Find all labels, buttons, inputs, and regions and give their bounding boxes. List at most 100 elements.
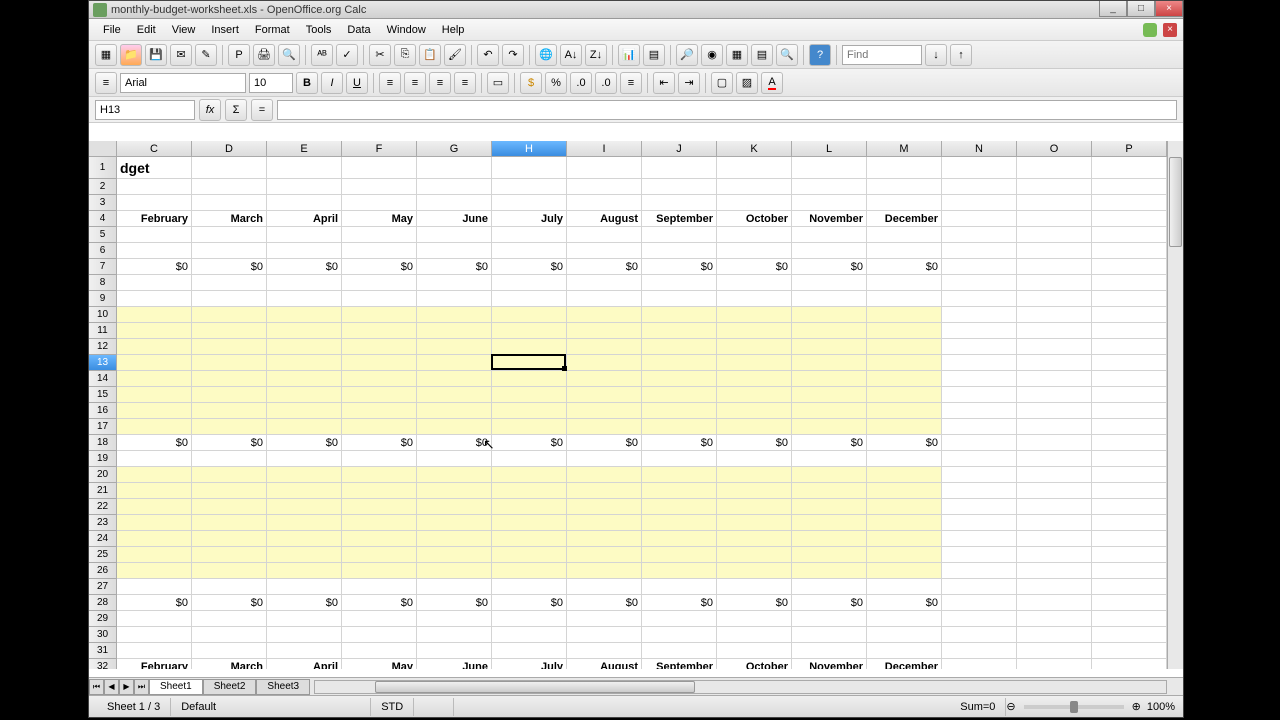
- cell-M21[interactable]: [867, 483, 942, 499]
- zoom-button[interactable]: 🔍: [776, 44, 798, 66]
- cut-button[interactable]: ✂: [369, 44, 391, 66]
- cell-O27[interactable]: [1017, 579, 1092, 595]
- cell-D6[interactable]: [192, 243, 267, 259]
- cell-J6[interactable]: [642, 243, 717, 259]
- menu-help[interactable]: Help: [434, 22, 473, 38]
- print-button[interactable]: 🖨: [253, 44, 275, 66]
- cell-L31[interactable]: [792, 643, 867, 659]
- cell-E22[interactable]: [267, 499, 342, 515]
- cell-P18[interactable]: [1092, 435, 1167, 451]
- tab-last-button[interactable]: ⏭: [134, 679, 149, 695]
- cell-F13[interactable]: [342, 355, 417, 371]
- cell-I10[interactable]: [567, 307, 642, 323]
- cell-M4[interactable]: December: [867, 211, 942, 227]
- cell-D13[interactable]: [192, 355, 267, 371]
- font-color-button[interactable]: A: [761, 72, 783, 94]
- cell-G27[interactable]: [417, 579, 492, 595]
- cell-G6[interactable]: [417, 243, 492, 259]
- cell-C17[interactable]: [117, 419, 192, 435]
- cell-D23[interactable]: [192, 515, 267, 531]
- cell-O25[interactable]: [1017, 547, 1092, 563]
- cell-O10[interactable]: [1017, 307, 1092, 323]
- cell-G16[interactable]: [417, 403, 492, 419]
- cell-N29[interactable]: [942, 611, 1017, 627]
- zoom-slider[interactable]: [1024, 705, 1124, 709]
- cell-E3[interactable]: [267, 195, 342, 211]
- cell-O18[interactable]: [1017, 435, 1092, 451]
- cell-F17[interactable]: [342, 419, 417, 435]
- cell-N6[interactable]: [942, 243, 1017, 259]
- cell-H22[interactable]: [492, 499, 567, 515]
- tab-first-button[interactable]: ⏮: [89, 679, 104, 695]
- maximize-button[interactable]: □: [1127, 1, 1155, 17]
- cell-G18[interactable]: $0: [417, 435, 492, 451]
- cell-D16[interactable]: [192, 403, 267, 419]
- cell-O21[interactable]: [1017, 483, 1092, 499]
- cell-I28[interactable]: $0: [567, 595, 642, 611]
- cell-L21[interactable]: [792, 483, 867, 499]
- cell-L14[interactable]: [792, 371, 867, 387]
- cell-G8[interactable]: [417, 275, 492, 291]
- cell-C25[interactable]: [117, 547, 192, 563]
- cell-N5[interactable]: [942, 227, 1017, 243]
- cell-M24[interactable]: [867, 531, 942, 547]
- cell-L19[interactable]: [792, 451, 867, 467]
- horizontal-scrollbar[interactable]: [314, 680, 1167, 694]
- cell-P27[interactable]: [1092, 579, 1167, 595]
- cell-C11[interactable]: [117, 323, 192, 339]
- column-header-I[interactable]: I: [567, 141, 642, 156]
- cell-reference-input[interactable]: [95, 100, 195, 120]
- cell-H19[interactable]: [492, 451, 567, 467]
- cell-J26[interactable]: [642, 563, 717, 579]
- column-header-F[interactable]: F: [342, 141, 417, 156]
- cell-G31[interactable]: [417, 643, 492, 659]
- cell-F22[interactable]: [342, 499, 417, 515]
- cell-L15[interactable]: [792, 387, 867, 403]
- cell-F20[interactable]: [342, 467, 417, 483]
- cell-O24[interactable]: [1017, 531, 1092, 547]
- cell-I20[interactable]: [567, 467, 642, 483]
- cell-O29[interactable]: [1017, 611, 1092, 627]
- cell-N7[interactable]: [942, 259, 1017, 275]
- cell-H18[interactable]: $0: [492, 435, 567, 451]
- cell-D7[interactable]: $0: [192, 259, 267, 275]
- cell-L11[interactable]: [792, 323, 867, 339]
- row-header-27[interactable]: 27: [89, 579, 117, 595]
- cell-D3[interactable]: [192, 195, 267, 211]
- cell-P11[interactable]: [1092, 323, 1167, 339]
- cell-J28[interactable]: $0: [642, 595, 717, 611]
- cell-L28[interactable]: $0: [792, 595, 867, 611]
- cell-D15[interactable]: [192, 387, 267, 403]
- cell-E30[interactable]: [267, 627, 342, 643]
- cell-H4[interactable]: July: [492, 211, 567, 227]
- cell-K9[interactable]: [717, 291, 792, 307]
- cell-H9[interactable]: [492, 291, 567, 307]
- close-button[interactable]: ×: [1155, 1, 1183, 17]
- menu-tools[interactable]: Tools: [298, 22, 340, 38]
- cell-I29[interactable]: [567, 611, 642, 627]
- justify-button[interactable]: ≡: [454, 72, 476, 94]
- column-header-O[interactable]: O: [1017, 141, 1092, 156]
- cell-L4[interactable]: November: [792, 211, 867, 227]
- row-header-9[interactable]: 9: [89, 291, 117, 307]
- cell-I8[interactable]: [567, 275, 642, 291]
- cell-H10[interactable]: [492, 307, 567, 323]
- cell-P20[interactable]: [1092, 467, 1167, 483]
- cell-M2[interactable]: [867, 179, 942, 195]
- cell-F8[interactable]: [342, 275, 417, 291]
- cell-D11[interactable]: [192, 323, 267, 339]
- cell-G22[interactable]: [417, 499, 492, 515]
- row-header-28[interactable]: 28: [89, 595, 117, 611]
- find-prev-button[interactable]: ↑: [950, 44, 972, 66]
- find-input[interactable]: [842, 45, 922, 65]
- cell-P23[interactable]: [1092, 515, 1167, 531]
- formula-input[interactable]: [277, 100, 1177, 120]
- cell-O13[interactable]: [1017, 355, 1092, 371]
- cell-H5[interactable]: [492, 227, 567, 243]
- cell-F11[interactable]: [342, 323, 417, 339]
- cell-O12[interactable]: [1017, 339, 1092, 355]
- currency-button[interactable]: $: [520, 72, 542, 94]
- cell-P6[interactable]: [1092, 243, 1167, 259]
- cell-C5[interactable]: [117, 227, 192, 243]
- cell-M1[interactable]: [867, 157, 942, 179]
